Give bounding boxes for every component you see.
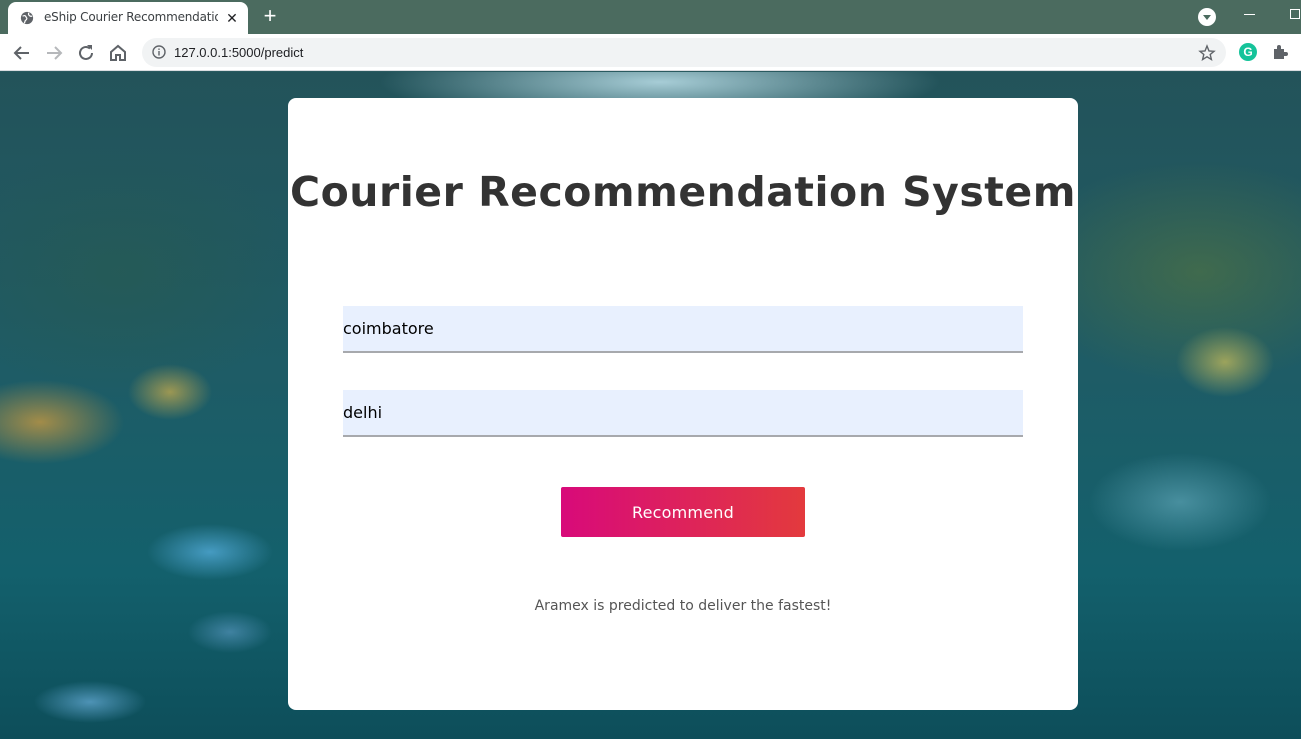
plus-icon[interactable]: + [258,5,282,29]
grammarly-icon[interactable]: G [1239,43,1257,61]
back-arrow-icon[interactable] [11,42,33,64]
puzzle-icon[interactable] [1271,43,1289,61]
source-city-input[interactable] [343,306,1023,353]
address-bar[interactable]: 127.0.0.1:5000/predict [142,38,1226,67]
recommend-button[interactable]: Recommend [561,487,805,537]
reload-icon[interactable] [75,42,97,64]
star-icon[interactable] [1198,44,1216,62]
tab-title: eShip Courier Recommendation S [44,10,218,24]
chevron-down-icon[interactable] [1198,8,1216,26]
browser-tab[interactable]: eShip Courier Recommendation S ✕ [8,2,248,34]
prediction-result: Aramex is predicted to deliver the faste… [534,598,832,614]
page-background: Courier Recommendation System Recommend … [0,72,1301,739]
browser-toolbar: 127.0.0.1:5000/predict G [0,34,1301,71]
maximize-icon[interactable] [1290,9,1300,19]
url-text[interactable]: 127.0.0.1:5000/predict [174,45,303,60]
minimize-icon[interactable] [1244,14,1255,15]
globe-icon [20,11,34,25]
forward-arrow-icon[interactable] [43,42,65,64]
close-icon[interactable]: ✕ [224,10,240,26]
page-title: Courier Recommendation System [290,168,1076,216]
home-icon[interactable] [107,42,129,64]
destination-city-input[interactable] [343,390,1023,437]
info-icon[interactable] [152,45,166,59]
form-card: Courier Recommendation System Recommend … [288,98,1078,710]
browser-titlebar: eShip Courier Recommendation S ✕ + [0,0,1301,34]
